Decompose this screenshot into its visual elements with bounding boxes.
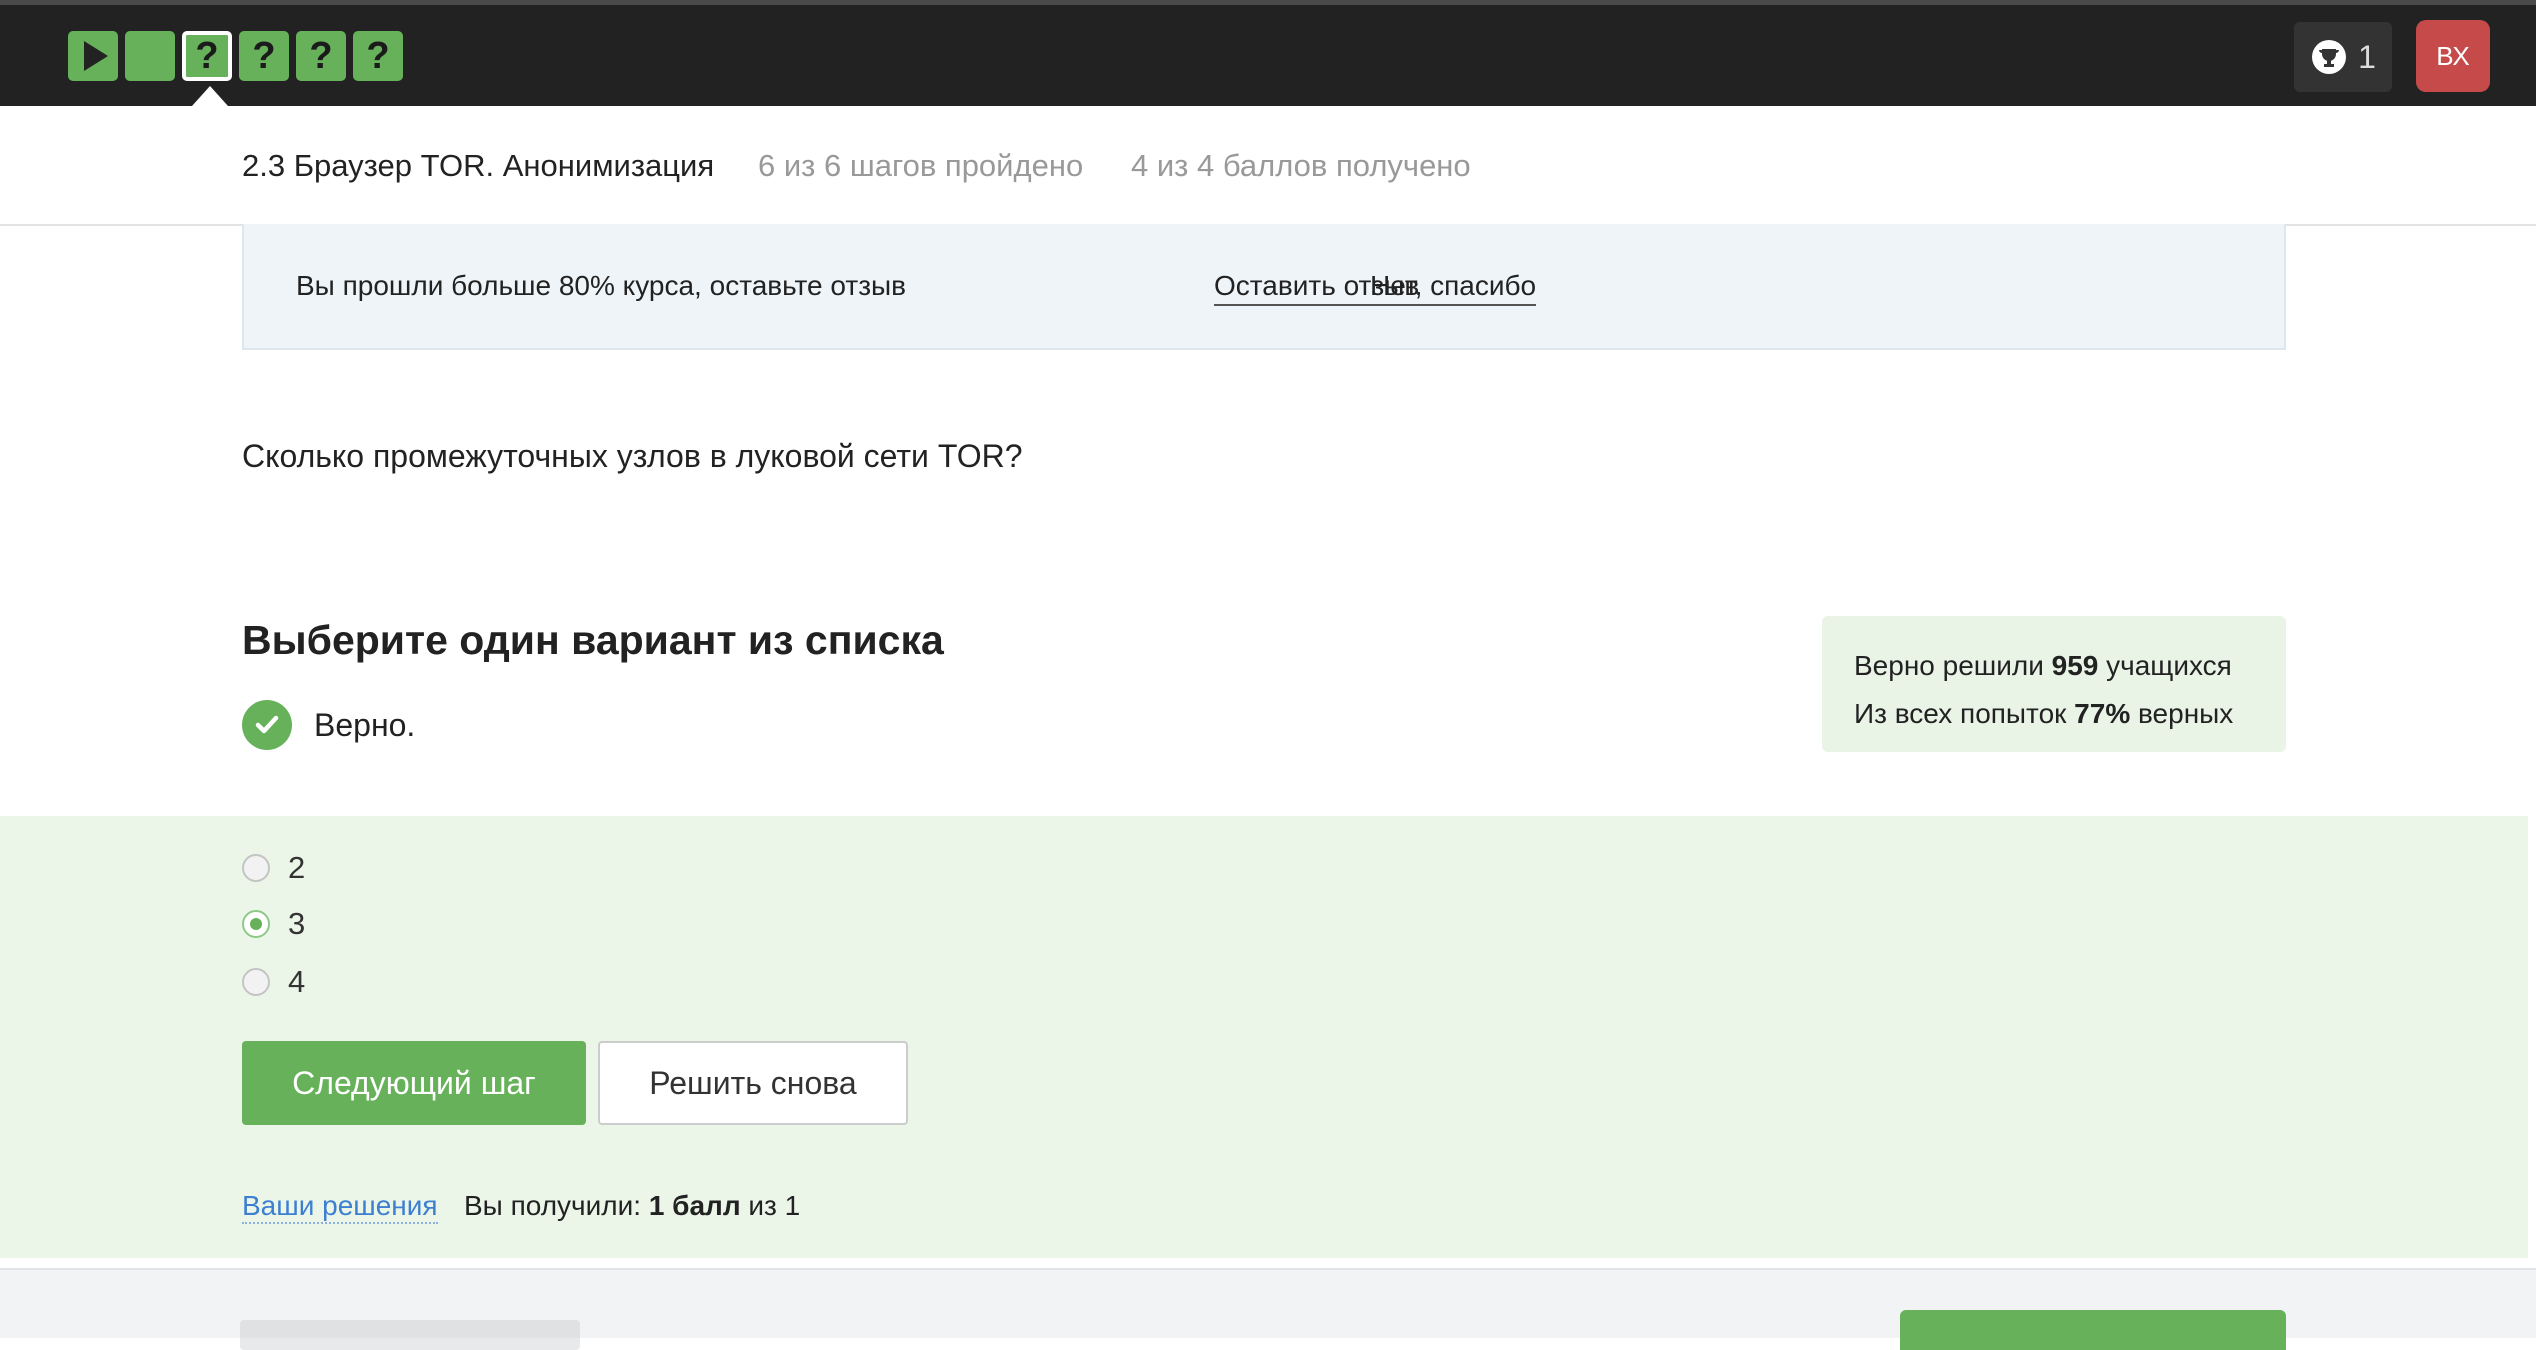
success-rate: 77%	[2074, 698, 2131, 729]
no-thanks-link[interactable]: Нет, спасибо	[1370, 270, 1537, 306]
lesson-score-progress: 4 из 4 баллов получено	[1131, 148, 1471, 183]
review-banner-text: Вы прошли больше 80% курса, оставьте отз…	[296, 270, 907, 301]
question-mark-icon: ?	[366, 34, 390, 77]
awards-button[interactable]: 1	[2294, 22, 2392, 92]
option-2[interactable]: 2	[242, 850, 305, 886]
question-text: Сколько промежуточных узлов в луковой се…	[242, 438, 1023, 474]
option-label: 3	[288, 906, 306, 941]
user-avatar[interactable]: ВХ	[2416, 20, 2490, 92]
step-5-quiz[interactable]: ?	[296, 31, 346, 81]
step-4-quiz[interactable]: ?	[239, 31, 289, 81]
lesson-header: 2.3 Браузер TOR. Анонимизация 6 из 6 шаг…	[0, 106, 2536, 226]
solved-count: 959	[2051, 650, 2099, 681]
score-result: Вы получили: 1 балл из 1	[464, 1190, 801, 1221]
next-step-button[interactable]: Следующий шаг	[242, 1041, 586, 1125]
footer-partial-content	[240, 1320, 580, 1350]
step-6-quiz[interactable]: ?	[353, 31, 403, 81]
option-4[interactable]: 4	[242, 964, 305, 1000]
review-banner: Вы прошли больше 80% курса, оставьте отз…	[242, 224, 2286, 350]
play-icon	[84, 41, 108, 71]
step-2-text[interactable]	[125, 31, 175, 81]
solve-stats-panel: Верно решили 959 учащихся Из всех попыто…	[1822, 616, 2286, 752]
solve-again-button[interactable]: Решить снова	[598, 1041, 908, 1125]
question-mark-icon: ?	[195, 34, 219, 77]
step-1-video[interactable]	[68, 31, 118, 81]
option-label: 4	[288, 964, 306, 999]
your-solutions-link[interactable]: Ваши решения	[242, 1190, 438, 1224]
footer-area	[0, 1268, 2536, 1350]
radio-button[interactable]	[242, 854, 270, 882]
verdict-text: Верно.	[314, 706, 416, 743]
awards-count: 1	[2358, 38, 2376, 75]
current-step-pointer	[192, 86, 228, 106]
check-circle-icon	[242, 700, 292, 750]
top-rim	[0, 0, 2536, 5]
radio-button-selected[interactable]	[242, 910, 270, 938]
step-3-quiz-current[interactable]: ?	[182, 31, 232, 81]
lesson-steps-progress: 6 из 6 шагов пройдено	[758, 148, 1084, 183]
footer-green-button[interactable]	[1900, 1310, 2286, 1350]
radio-button[interactable]	[242, 968, 270, 996]
answer-area: 2 3 4 Следующий шаг Решить снова Ваши ре…	[0, 816, 2528, 1258]
verdict: Верно.	[242, 700, 415, 750]
stats-solved-line: Верно решили 959 учащихся	[1854, 650, 2232, 681]
question-mark-icon: ?	[252, 34, 276, 77]
option-label: 2	[288, 850, 306, 885]
lesson-title[interactable]: 2.3 Браузер TOR. Анонимизация	[242, 148, 714, 184]
question-mark-icon: ?	[309, 34, 333, 77]
top-navigation-bar: ? ? ? ? 1 ВХ	[0, 0, 2536, 106]
option-3[interactable]: 3	[242, 906, 305, 942]
stats-rate-line: Из всех попыток 77% верных	[1854, 698, 2234, 729]
trophy-icon	[2312, 40, 2347, 74]
instruction-heading: Выберите один вариант из списка	[242, 617, 944, 663]
